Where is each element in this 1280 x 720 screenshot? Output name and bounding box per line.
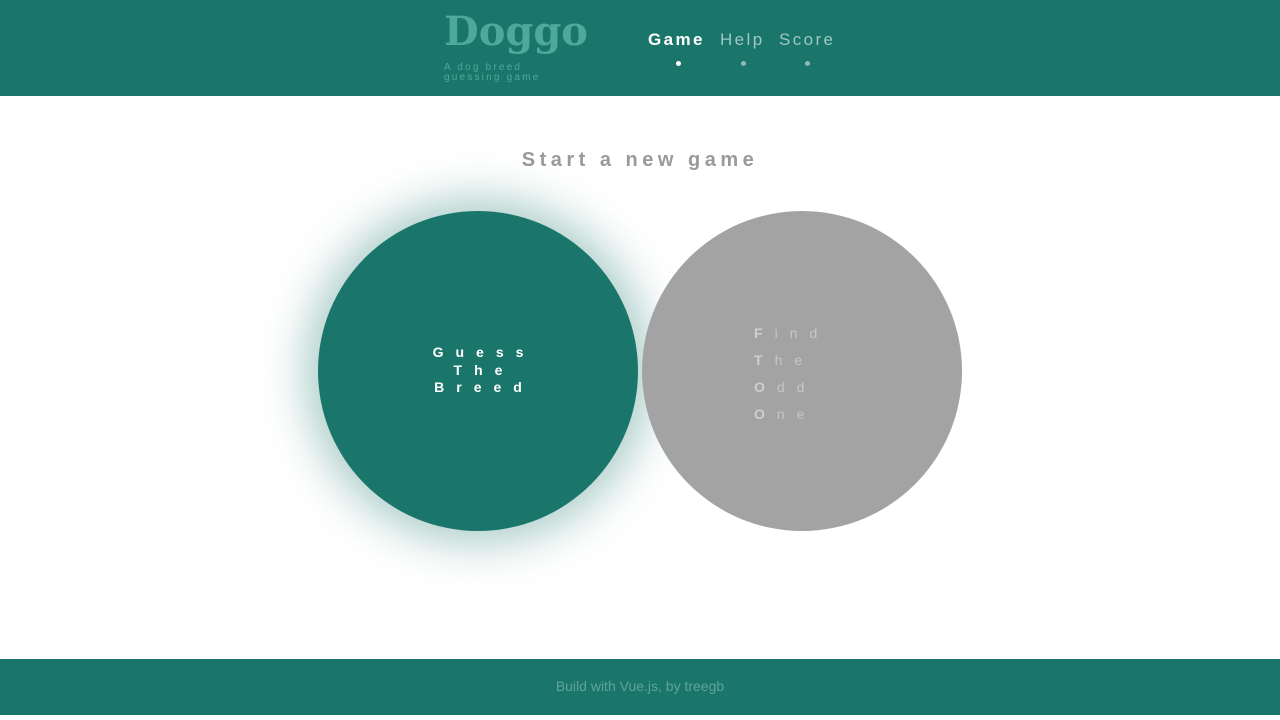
app-footer: Build with Vue.js, by treegb: [0, 659, 1280, 715]
mode-label-line: Guess: [432, 344, 536, 360]
nav-item-game[interactable]: Game: [648, 30, 705, 50]
find-the-odd-one-label: Find The Odd One: [754, 320, 874, 428]
guess-the-breed-button[interactable]: Guess The Breed: [318, 211, 638, 531]
app-subtitle: A dog breed guessing game: [444, 62, 541, 83]
mode-label-line: Breed: [434, 379, 534, 395]
app-title: Doggo: [444, 8, 588, 55]
nav-indicator-game: [676, 61, 681, 66]
mode-label-line: One: [754, 406, 817, 422]
nav-item-score[interactable]: Score: [779, 30, 835, 50]
footer-credit: Build with Vue.js, by treegb: [555, 678, 725, 694]
mode-label-line: Find: [754, 325, 830, 341]
mode-label-line: The: [754, 352, 815, 368]
mode-label-line: Odd: [754, 379, 817, 395]
nav-item-help[interactable]: Help: [720, 30, 765, 50]
nav-indicator-help: [741, 61, 746, 66]
page-title: Start a new game: [521, 149, 759, 171]
app-header: Doggo A dog breed guessing game Game Hel…: [0, 0, 1280, 96]
find-the-odd-one-button[interactable]: Find The Odd One: [642, 211, 962, 531]
nav-indicator-score: [805, 61, 810, 66]
guess-the-breed-label: Guess The Breed: [398, 344, 558, 397]
logo[interactable]: Doggo A dog breed guessing game: [444, 10, 624, 83]
mode-label-line: The: [453, 361, 515, 378]
